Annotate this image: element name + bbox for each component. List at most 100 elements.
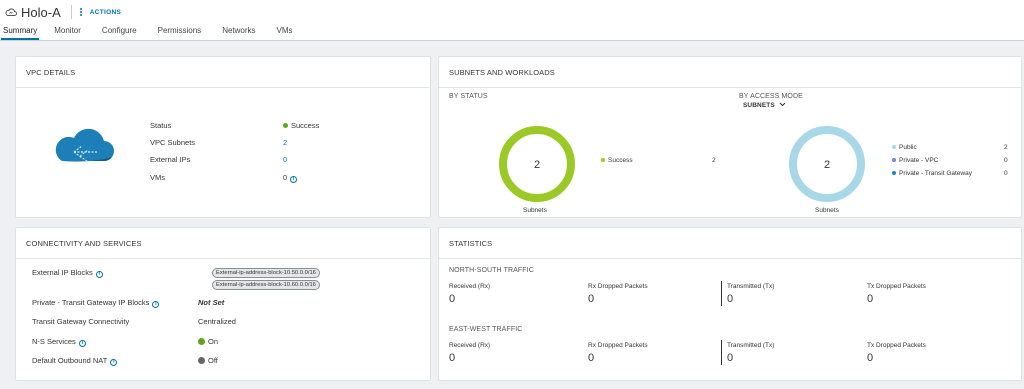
ns-rx-dropped-label: Rx Dropped Packets bbox=[588, 283, 648, 290]
tab-monitor[interactable]: Monitor bbox=[48, 24, 87, 40]
by-access-mode-heading: BY ACCESS MODE bbox=[739, 93, 803, 100]
legend-count: 2 bbox=[1004, 144, 1008, 151]
legend-item-private-vpc: Private - VPC bbox=[892, 157, 938, 164]
legend-label: Private - VPC bbox=[899, 157, 939, 164]
legend-count: 2 bbox=[712, 157, 716, 164]
success-dot-icon bbox=[283, 123, 288, 128]
north-south-heading: NORTH-SOUTH TRAFFIC bbox=[449, 267, 534, 274]
transit-gw-ip-blocks-label: Private - Transit Gateway IP Blocks i bbox=[32, 298, 160, 308]
ew-received-label: Received (Rx) bbox=[449, 342, 491, 349]
legend-item-public: Public bbox=[892, 144, 917, 151]
rx-tx-divider bbox=[721, 340, 722, 365]
ns-transmitted-value: 0 bbox=[727, 293, 734, 305]
subnets-dropdown-label: SUBNETS bbox=[743, 102, 775, 109]
legend-item-success: Success bbox=[601, 157, 633, 164]
ns-services-text-value: On bbox=[208, 337, 219, 346]
status-value: Success bbox=[283, 121, 319, 130]
tab-configure[interactable]: Configure bbox=[96, 24, 143, 40]
tab-summary[interactable]: Summary bbox=[1, 24, 40, 40]
transit-gw-ip-blocks-value: Not Set bbox=[198, 298, 225, 307]
external-ips-label: External IPs bbox=[150, 155, 191, 164]
ew-tx-dropped-label: Tx Dropped Packets bbox=[867, 342, 926, 349]
ew-rx-dropped-label: Rx Dropped Packets bbox=[588, 342, 648, 349]
legend-item-private-transit-gateway: Private - Transit Gateway bbox=[892, 170, 972, 177]
private-transit-gateway-dot-icon bbox=[892, 171, 896, 175]
vpc-subnets-link[interactable]: 2 bbox=[283, 138, 287, 147]
external-ips-link[interactable]: 0 bbox=[283, 155, 287, 164]
tab-vms[interactable]: VMs bbox=[271, 24, 299, 40]
subnets-dropdown[interactable]: SUBNETS bbox=[743, 102, 786, 109]
info-icon[interactable]: i bbox=[95, 271, 103, 278]
statistics-card: STATISTICS NORTH-SOUTH TRAFFIC Received … bbox=[438, 227, 1022, 381]
tab-permissions[interactable]: Permissions bbox=[152, 24, 208, 40]
tab-bar: Summary Monitor Configure Permissions Ne… bbox=[0, 24, 308, 40]
vms-count: 0 bbox=[283, 173, 288, 182]
vpc-details-card: VPC DETAILS Status Success VPC Subnets 2… bbox=[15, 56, 431, 218]
on-status-icon bbox=[198, 338, 205, 345]
legend-label: Success bbox=[608, 157, 633, 164]
ip-block-tag: External-ip-address-block-10.50.0.0/16 bbox=[212, 268, 320, 278]
tab-networks[interactable]: Networks bbox=[216, 24, 261, 40]
ns-received-value: 0 bbox=[449, 293, 456, 305]
vertical-ellipsis-icon bbox=[79, 7, 84, 17]
card-divider bbox=[16, 258, 430, 259]
transit-gw-ip-blocks-text: Private - Transit Gateway IP Blocks bbox=[32, 298, 150, 307]
access-mode-donut-total: 2 bbox=[824, 159, 830, 171]
access-mode-donut-caption: Subnets bbox=[815, 207, 839, 214]
card-divider bbox=[439, 258, 1021, 259]
ew-transmitted-label: Transmitted (Tx) bbox=[727, 342, 775, 349]
ns-services-label: N-S Services i bbox=[32, 337, 86, 347]
external-ip-blocks-text: External IP Blocks bbox=[32, 268, 93, 277]
page-header: Holo-A ACTIONS Summary Monitor Configure… bbox=[0, 0, 1024, 40]
ns-services-text: N-S Services bbox=[32, 337, 76, 346]
outbound-nat-text: Default Outbound NAT bbox=[32, 356, 108, 365]
vpc-subnets-label: VPC Subnets bbox=[150, 138, 196, 147]
ns-rx-dropped-value: 0 bbox=[588, 293, 595, 305]
off-status-icon bbox=[198, 357, 205, 364]
legend-count: 0 bbox=[1004, 157, 1008, 164]
card-title: CONNECTIVITY AND SERVICES bbox=[26, 239, 142, 248]
title-row: Holo-A ACTIONS bbox=[5, 4, 121, 20]
ns-tx-dropped-value: 0 bbox=[867, 293, 874, 305]
connectivity-services-card: CONNECTIVITY AND SERVICES External IP Bl… bbox=[15, 227, 431, 381]
card-title: STATISTICS bbox=[449, 239, 493, 248]
by-status-heading: BY STATUS bbox=[449, 93, 488, 100]
vms-label: VMs bbox=[150, 173, 165, 182]
legend-count: 0 bbox=[1004, 170, 1008, 177]
status-text: Success bbox=[291, 121, 320, 130]
header-divider bbox=[0, 40, 1024, 41]
status-donut-caption: Subnets bbox=[523, 207, 547, 214]
ns-services-value: On bbox=[198, 337, 218, 346]
title-divider bbox=[70, 5, 72, 19]
ew-tx-dropped-value: 0 bbox=[867, 352, 874, 364]
actions-menu-button[interactable]: ACTIONS bbox=[79, 7, 122, 17]
status-donut-total: 2 bbox=[534, 159, 540, 171]
actions-label: ACTIONS bbox=[89, 8, 122, 16]
ns-transmitted-label: Transmitted (Tx) bbox=[727, 283, 775, 290]
ns-tx-dropped-label: Tx Dropped Packets bbox=[867, 283, 926, 290]
subnets-workloads-card: SUBNETS AND WORKLOADS BY STATUS 2 Subnet… bbox=[438, 56, 1022, 218]
vpc-cloud-icon bbox=[55, 128, 114, 163]
legend-label: Public bbox=[899, 144, 917, 151]
ip-block-tag: External-ip-address-block-10.60.0.0/16 bbox=[212, 280, 320, 290]
external-ip-blocks-label: External IP Blocks i bbox=[32, 268, 103, 278]
chevron-down-icon bbox=[779, 102, 786, 107]
ew-rx-dropped-value: 0 bbox=[588, 352, 595, 364]
info-icon[interactable]: i bbox=[110, 359, 118, 366]
access-mode-donut-chart: 2 bbox=[789, 126, 865, 202]
info-icon[interactable]: i bbox=[290, 176, 298, 183]
ns-received-label: Received (Rx) bbox=[449, 283, 491, 290]
info-icon[interactable]: i bbox=[78, 340, 86, 347]
ew-received-value: 0 bbox=[449, 352, 456, 364]
status-label: Status bbox=[150, 121, 172, 130]
vpc-cloud-icon bbox=[5, 8, 17, 16]
private-vpc-dot-icon bbox=[892, 158, 896, 162]
card-divider bbox=[16, 87, 430, 88]
transit-gw-connectivity-value: Centralized bbox=[198, 317, 236, 326]
public-dot-icon bbox=[892, 145, 896, 149]
outbound-nat-value: Off bbox=[198, 356, 218, 365]
card-divider bbox=[439, 87, 1021, 88]
outbound-nat-text-value: Off bbox=[208, 356, 218, 365]
rx-tx-divider bbox=[721, 281, 722, 306]
info-icon[interactable]: i bbox=[152, 301, 160, 308]
